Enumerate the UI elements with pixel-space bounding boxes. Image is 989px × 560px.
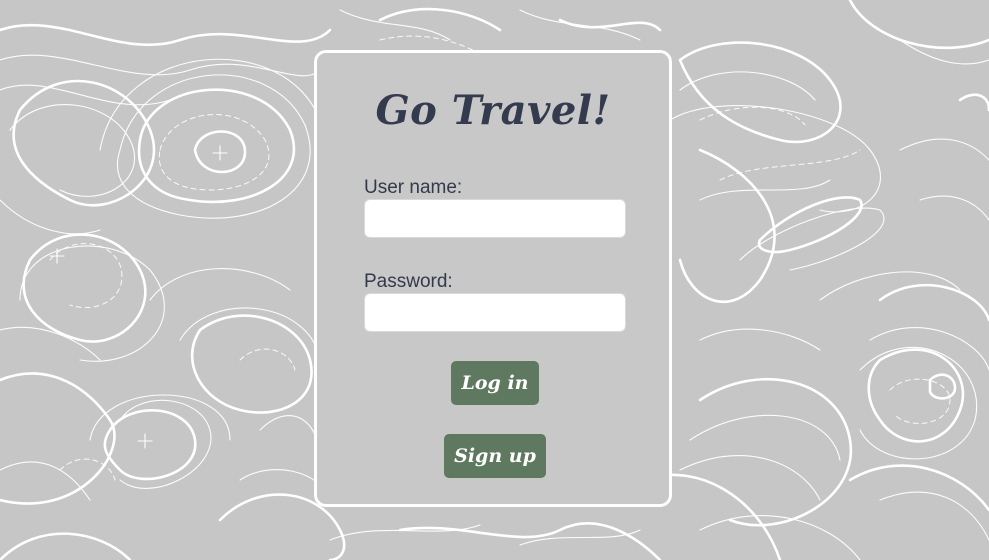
login-card: Go Travel! User name: Password: Log in S… (314, 50, 672, 507)
username-label: User name: (364, 177, 463, 198)
app-title: Go Travel! (375, 87, 611, 134)
signup-button[interactable]: Sign up (444, 434, 546, 478)
username-input[interactable] (364, 199, 626, 238)
login-button[interactable]: Log in (451, 361, 539, 405)
password-input[interactable] (364, 293, 626, 332)
password-label: Password: (364, 271, 453, 292)
